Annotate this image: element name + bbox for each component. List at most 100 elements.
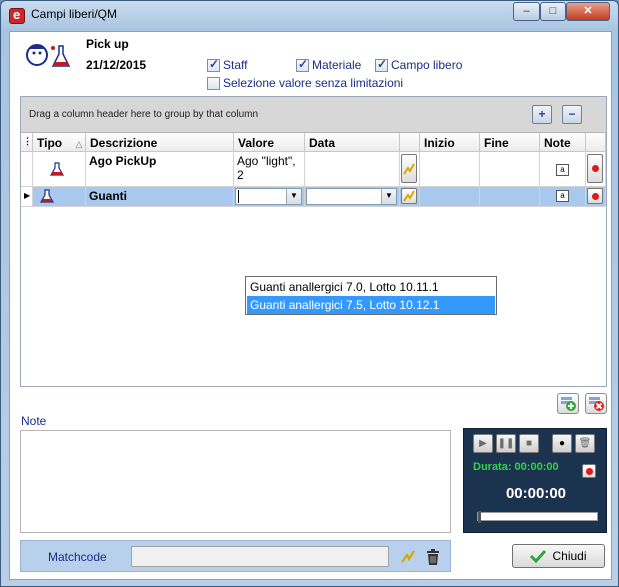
dialog-window: Campi liberi/QM – □ ✕ Pick up 21/12/2015… <box>0 0 619 587</box>
data-cell[interactable] <box>305 152 400 187</box>
minimize-button[interactable]: – <box>513 2 540 21</box>
value-picker-cell <box>400 187 420 207</box>
matchcode-bar: Matchcode <box>20 540 451 572</box>
dropdown-option[interactable]: Guanti anallergici 7.0, Lotto 10.11.1 <box>247 278 495 296</box>
value-picker-cell <box>400 152 420 187</box>
chevron-down-icon[interactable]: ▼ <box>381 189 396 204</box>
column-header-tipo[interactable]: Tipo △ <box>33 133 86 152</box>
checkbox-box[interactable] <box>296 57 309 72</box>
row-indicator-header: ⋮ <box>21 133 33 152</box>
inizio-cell[interactable] <box>420 187 480 207</box>
close-button[interactable]: ✕ <box>566 2 610 21</box>
fine-cell[interactable] <box>480 152 540 187</box>
maximize-button[interactable]: □ <box>540 2 566 21</box>
campo-libero-checkbox[interactable]: Campo libero <box>375 57 463 72</box>
column-header-inizio[interactable]: Inizio <box>420 133 480 152</box>
checkbox-box[interactable] <box>207 57 220 72</box>
slider-thumb[interactable] <box>478 511 481 523</box>
notes-label: Note <box>21 414 47 428</box>
note-document-icon[interactable]: a <box>556 190 569 202</box>
data-cell: ▼ <box>305 187 400 207</box>
checkbox-box[interactable] <box>375 57 388 72</box>
expand-all-button[interactable]: + <box>532 105 552 124</box>
value-picker-button[interactable] <box>401 154 417 183</box>
material-type-icon <box>39 189 55 203</box>
group-by-panel[interactable]: Drag a column header here to group by th… <box>21 97 606 133</box>
record-cell <box>586 152 606 187</box>
add-row-button[interactable] <box>557 393 579 414</box>
title-bar[interactable]: Campi liberi/QM – □ ✕ <box>1 1 618 29</box>
inizio-cell[interactable] <box>420 152 480 187</box>
record-icon <box>592 165 599 172</box>
material-type-icon <box>49 162 65 176</box>
column-label: Descrizione <box>90 136 158 150</box>
column-header-note[interactable]: Note <box>540 133 586 152</box>
checkbox-box[interactable] <box>207 76 220 90</box>
header-date: 21/12/2015 <box>86 58 147 72</box>
trash-icon[interactable]: 🗑 <box>575 434 595 453</box>
column-header-fine[interactable]: Fine <box>480 133 540 152</box>
column-label: Tipo <box>37 136 63 150</box>
descrizione-cell[interactable]: Guanti <box>86 187 234 207</box>
staff-checkbox[interactable]: Staff <box>207 57 248 72</box>
add-row-icon <box>561 397 576 411</box>
record-indicator-button[interactable] <box>582 464 596 478</box>
playback-slider[interactable] <box>477 511 598 523</box>
checkmark-icon <box>530 549 547 563</box>
valore-combo[interactable]: ▼ <box>235 188 302 205</box>
chevron-down-icon[interactable]: ▼ <box>286 189 301 204</box>
matchcode-input[interactable] <box>131 546 389 567</box>
row-indicator[interactable] <box>21 152 33 187</box>
record-button[interactable] <box>587 154 603 183</box>
column-header-blank <box>400 133 420 152</box>
dropdown-option-selected[interactable]: Guanti anallergici 7.5, Lotto 10.12.1 <box>247 296 495 314</box>
checkbox-label: Campo libero <box>391 58 463 72</box>
stop-icon[interactable]: ■ <box>519 434 539 453</box>
column-label: Valore <box>238 136 275 150</box>
descrizione-cell[interactable]: Ago PickUp <box>86 152 234 187</box>
column-label: Fine <box>484 136 509 150</box>
column-label: Inizio <box>424 136 455 150</box>
text-cursor <box>238 190 239 203</box>
column-header-valore[interactable]: Valore <box>234 133 305 152</box>
column-header-record <box>586 133 606 152</box>
fine-cell[interactable] <box>480 187 540 207</box>
record-icon <box>592 193 599 200</box>
column-header-data[interactable]: Data <box>305 133 400 152</box>
trash-icon[interactable] <box>426 549 440 565</box>
notes-textarea[interactable] <box>20 430 451 533</box>
checkbox-label: Selezione valore senza limitazioni <box>223 76 404 90</box>
lightning-icon[interactable] <box>400 549 416 565</box>
column-label: Note <box>544 136 571 150</box>
note-cell[interactable]: a <box>540 187 586 207</box>
record-button[interactable] <box>587 188 603 204</box>
valore-cell[interactable]: Ago "light", 2 <box>234 152 305 187</box>
note-cell[interactable]: a <box>540 152 586 187</box>
note-document-icon[interactable]: a <box>556 164 569 176</box>
lightning-icon <box>403 163 415 175</box>
checkbox-label: Staff <box>223 58 248 72</box>
collapse-all-button[interactable]: − <box>562 105 582 124</box>
column-label: Data <box>309 136 336 150</box>
tipo-cell[interactable] <box>33 152 86 187</box>
chiudi-button[interactable]: Chiudi <box>512 544 605 568</box>
recording-time: 00:00:00 <box>505 485 567 502</box>
staff-material-icon <box>26 44 71 67</box>
record-dot-icon <box>586 468 593 475</box>
materiale-checkbox[interactable]: Materiale <box>296 57 361 72</box>
pause-icon[interactable]: ❚❚ <box>496 434 516 453</box>
current-row-indicator-icon[interactable]: ▶ <box>21 187 33 207</box>
data-combo[interactable]: ▼ <box>306 188 397 205</box>
valore-dropdown-list: Guanti anallergici 7.0, Lotto 10.11.1 Gu… <box>245 276 497 315</box>
header-title: Pick up <box>86 37 129 51</box>
app-icon <box>9 7 25 24</box>
tipo-cell[interactable] <box>33 187 86 207</box>
play-icon[interactable]: ▶ <box>473 434 493 453</box>
fields-grid: Drag a column header here to group by th… <box>20 96 607 387</box>
audio-recorder-panel: ▶ ❚❚ ■ ● 🗑 Durata: 00:00:00 00:00:00 <box>463 428 607 533</box>
value-picker-button[interactable] <box>401 188 417 204</box>
column-header-descrizione[interactable]: Descrizione <box>86 133 234 152</box>
record-icon[interactable]: ● <box>552 434 572 453</box>
selezione-senza-limitazioni-checkbox[interactable]: Selezione valore senza limitazioni <box>207 76 403 90</box>
delete-row-button[interactable] <box>585 393 607 414</box>
